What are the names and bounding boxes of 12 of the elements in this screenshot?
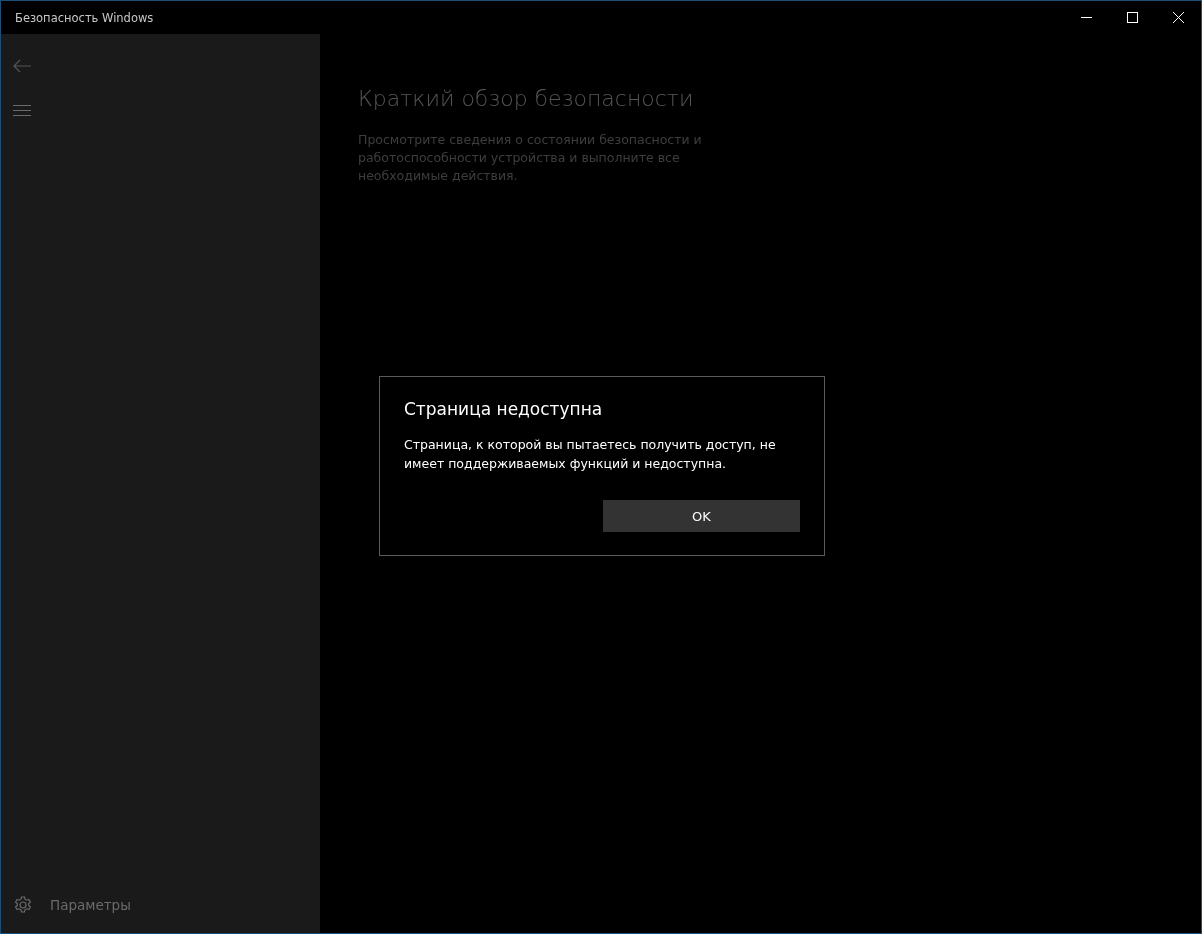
dialog-title: Страница недоступна — [404, 399, 604, 419]
minimize-icon — [1080, 17, 1092, 18]
ok-button[interactable]: OK — [603, 500, 800, 532]
maximize-icon — [1126, 12, 1138, 23]
page-title: Краткий обзор безопасности — [358, 86, 695, 111]
page-description: Просмотрите сведения о состоянии безопасности и работоспособности устройства и выполните все необходимые действия. — [358, 131, 703, 185]
back-arrow-icon[interactable] — [13, 59, 31, 73]
menu-icon[interactable] — [13, 104, 31, 116]
window-title: Безопасность Windows — [15, 10, 155, 25]
dialog-message: Страница, к которой вы пытаетесь получить доступ, не имеет поддерживаемых функций и недоступна. — [404, 436, 777, 473]
close-icon — [1172, 12, 1184, 23]
settings-icon[interactable] — [14, 896, 32, 914]
